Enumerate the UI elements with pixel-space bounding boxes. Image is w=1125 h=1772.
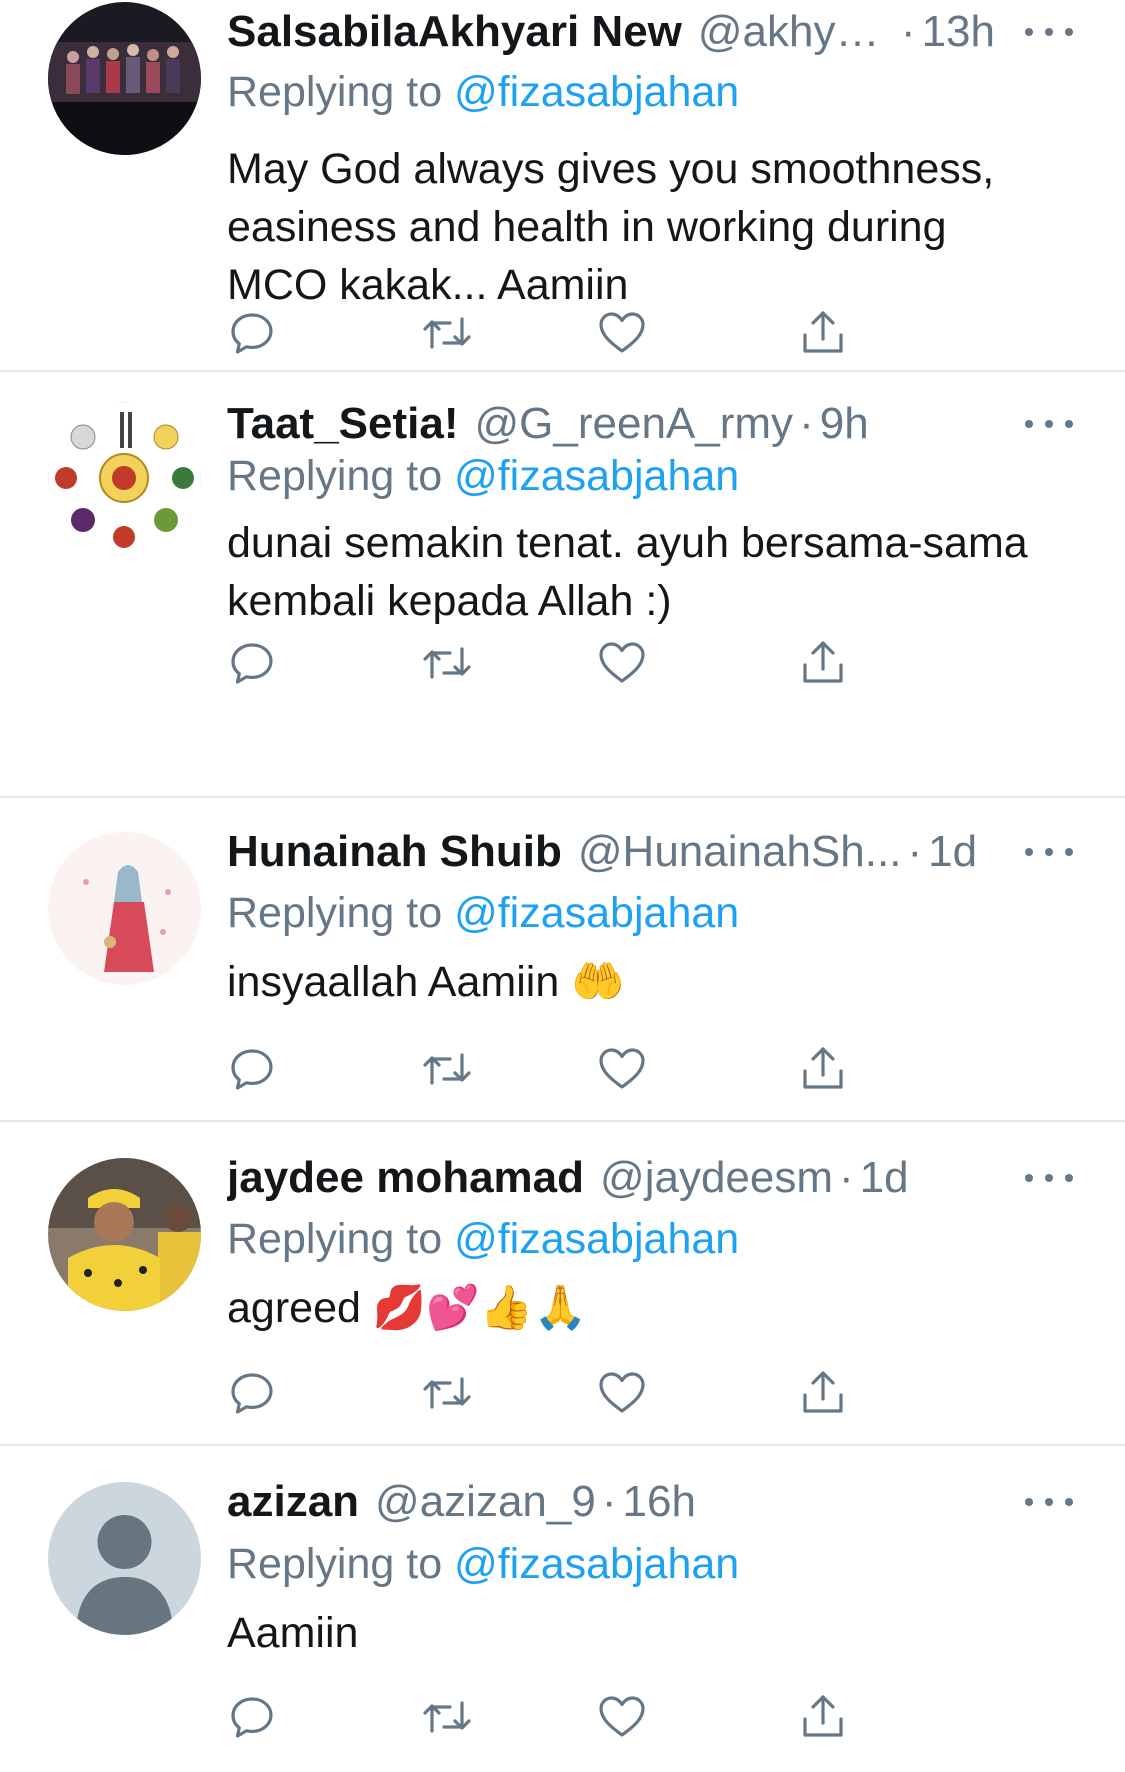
separator-dot: · [839, 1153, 854, 1202]
retweet-button[interactable] [419, 635, 475, 691]
retweet-icon [423, 647, 471, 679]
reply-button[interactable] [224, 1041, 280, 1097]
mention-link[interactable]: @fizasabjahan [454, 452, 739, 500]
separator-dot: · [601, 1477, 617, 1526]
action-bar [227, 1371, 967, 1448]
reply-icon [231, 643, 273, 684]
retweet-button[interactable] [419, 1365, 475, 1421]
avatar[interactable] [48, 2, 201, 155]
timestamp[interactable]: 1d [860, 1148, 909, 1208]
share-icon [803, 641, 843, 683]
reply-button[interactable] [224, 305, 280, 361]
user-handle[interactable]: @G_reenA_rmy [475, 394, 794, 454]
avatar[interactable] [48, 1158, 201, 1311]
action-bar [227, 1047, 967, 1124]
retweet-icon [423, 1053, 471, 1085]
tweet-item[interactable]: Taat_Setia! @G_reenA_rmy · 9h Replying t… [0, 372, 1125, 712]
more-icon[interactable] [1025, 1158, 1073, 1198]
heart-icon [599, 1372, 645, 1413]
tweet-text: insyaallah Aamiin 🤲 [227, 958, 625, 1006]
reply-button[interactable] [224, 635, 280, 691]
heart-icon [599, 312, 645, 353]
replying-to-label: Replying to [227, 68, 455, 116]
replying-to: Replying to @fizasabjahan [227, 1534, 739, 1594]
more-icon[interactable] [1025, 832, 1073, 872]
share-icon [803, 311, 843, 353]
share-button[interactable] [795, 1365, 851, 1421]
tweet-item[interactable]: azizan @azizan_9 · 16h Replying to @fiza… [0, 1446, 1125, 1756]
replying-to: Replying to @fizasabjahan [227, 446, 739, 506]
avatar[interactable] [48, 402, 201, 555]
display-name[interactable]: azizan [227, 1472, 359, 1532]
reply-icon [231, 1697, 273, 1738]
mention-link[interactable]: @fizasabjahan [454, 1215, 739, 1263]
timestamp[interactable]: 13h [922, 2, 995, 62]
tweet-text: May God always gives you smoothness, eas… [227, 145, 995, 309]
tweet-text: Aamiin [227, 1609, 359, 1657]
share-icon [803, 1371, 843, 1413]
share-button[interactable] [795, 635, 851, 691]
replying-to-label: Replying to [227, 1215, 455, 1263]
avatar[interactable] [48, 1482, 201, 1635]
like-button[interactable] [594, 1041, 650, 1097]
user-handle[interactable]: @azizan_9 [375, 1472, 596, 1532]
replying-to-label: Replying to [227, 1540, 455, 1588]
reply-icon [231, 313, 273, 354]
mention-link[interactable]: @fizasabjahan [454, 68, 739, 116]
display-name[interactable]: SalsabilaAkhyari New [227, 2, 682, 62]
display-name[interactable]: jaydee mohamad [227, 1148, 584, 1208]
like-button[interactable] [594, 305, 650, 361]
timestamp[interactable]: 16h [623, 1472, 696, 1532]
share-button[interactable] [795, 1689, 851, 1745]
retweet-icon [423, 1701, 471, 1733]
heart-icon [599, 1048, 645, 1089]
more-icon[interactable] [1025, 12, 1073, 52]
tweet-text: dunai semakin tenat. ayuh bersama-sama k… [227, 519, 1028, 625]
more-icon[interactable] [1025, 1482, 1073, 1522]
share-icon [803, 1695, 843, 1737]
mention-link[interactable]: @fizasabjahan [454, 1540, 739, 1588]
user-handle[interactable]: @jaydeesm [600, 1148, 833, 1208]
reply-button[interactable] [224, 1365, 280, 1421]
tweet-text: agreed 💋💕👍🙏 [227, 1284, 587, 1332]
separator-dot: · [900, 7, 916, 56]
retweet-icon [423, 1377, 471, 1409]
reply-button[interactable] [224, 1689, 280, 1745]
like-button[interactable] [594, 635, 650, 691]
replying-to: Replying to @fizasabjahan [227, 883, 739, 943]
separator-dot: · [907, 827, 923, 876]
replying-to-label: Replying to [227, 452, 455, 500]
tweet-item[interactable]: jaydee mohamad @jaydeesm · 1d Replying t… [0, 1122, 1125, 1444]
retweet-button[interactable] [419, 305, 475, 361]
timestamp[interactable]: 9h [820, 394, 869, 454]
display-name[interactable]: Taat_Setia! [227, 394, 459, 454]
avatar[interactable] [48, 832, 201, 985]
share-button[interactable] [795, 305, 851, 361]
retweet-icon [423, 317, 471, 349]
user-handle[interactable]: @akhya... [698, 2, 895, 62]
replying-to: Replying to @fizasabjahan [227, 62, 739, 122]
more-icon[interactable] [1025, 404, 1073, 444]
retweet-button[interactable] [419, 1041, 475, 1097]
share-icon [803, 1047, 843, 1089]
display-name[interactable]: Hunainah Shuib [227, 822, 562, 882]
timestamp[interactable]: 1d [928, 822, 977, 882]
replying-to: Replying to @fizasabjahan [227, 1209, 739, 1269]
heart-icon [599, 1696, 645, 1737]
like-button[interactable] [594, 1689, 650, 1745]
mention-link[interactable]: @fizasabjahan [454, 889, 739, 937]
reply-icon [231, 1049, 273, 1090]
retweet-button[interactable] [419, 1689, 475, 1745]
user-handle[interactable]: @HunainahSh... [578, 822, 902, 882]
separator-dot: · [799, 399, 814, 448]
action-bar [227, 1695, 967, 1772]
share-button[interactable] [795, 1041, 851, 1097]
tweet-item[interactable]: Hunainah Shuib @HunainahSh... · 1d Reply… [0, 798, 1125, 1120]
heart-icon [599, 642, 645, 683]
reply-icon [231, 1373, 273, 1414]
action-bar [227, 641, 967, 718]
tweet-item[interactable]: SalsabilaAkhyari New @akhya... · 13h Rep… [0, 0, 1125, 370]
like-button[interactable] [594, 1365, 650, 1421]
replying-to-label: Replying to [227, 889, 455, 937]
